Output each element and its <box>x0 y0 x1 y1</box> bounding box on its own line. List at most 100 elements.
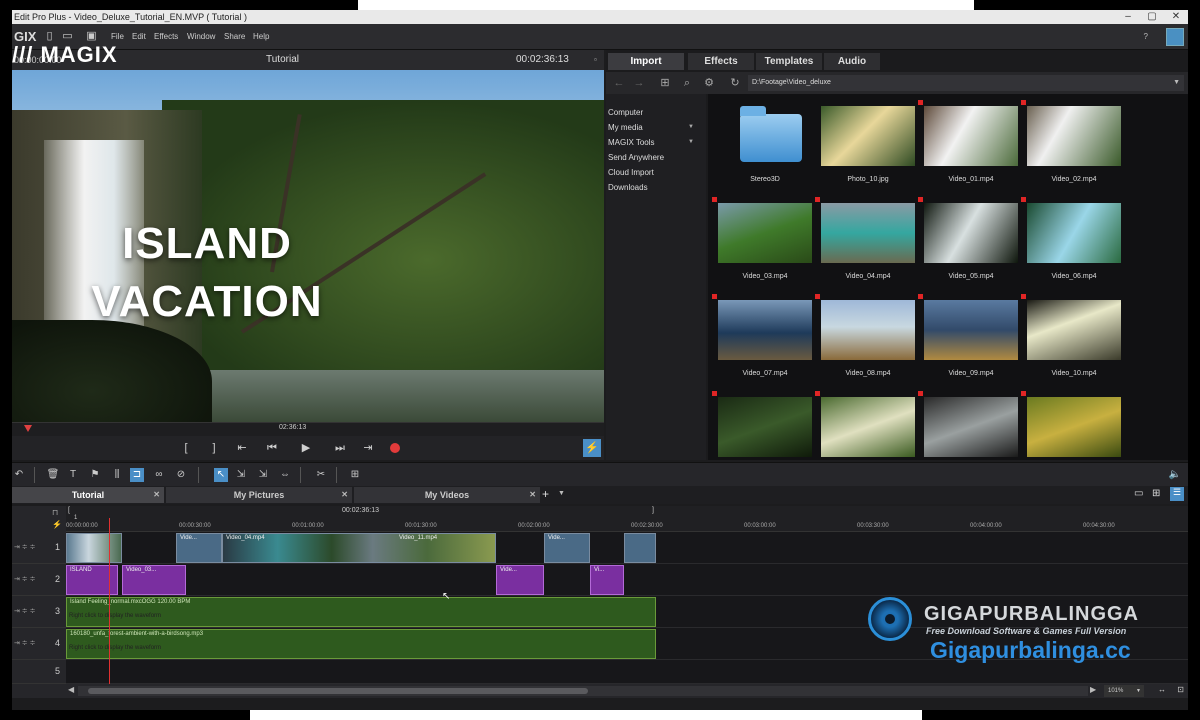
tab-templates[interactable]: Templates <box>756 53 822 70</box>
fit-width-icon[interactable]: ↔ <box>1158 685 1166 694</box>
scene-view-icon[interactable]: ⊞ <box>1152 488 1160 499</box>
media-tile[interactable]: Video_10.mp4 <box>1021 294 1121 382</box>
maximize-button[interactable]: ▢ <box>1140 10 1164 24</box>
scroll-right-icon[interactable]: ▶ <box>1090 685 1096 694</box>
track-lane-2[interactable]: ISLAND Video_03... Vide... Vi... <box>66 564 1188 596</box>
video-clip[interactable] <box>624 533 656 563</box>
snap-icon[interactable]: ⊓ <box>52 508 58 517</box>
storyboard-view-icon[interactable]: ▭ <box>1134 488 1143 499</box>
track-header-1[interactable]: ⇥ ≑ ≑ 1 <box>12 532 66 564</box>
speaker-icon[interactable]: 🔈 <box>1168 468 1182 482</box>
tab-my-videos[interactable]: My Videos ✕ <box>354 487 540 503</box>
close-icon[interactable]: ✕ <box>529 487 536 503</box>
media-tile[interactable]: Video_09.mp4 <box>918 294 1018 382</box>
stretch-icon[interactable]: ⇔ <box>278 468 292 482</box>
mark-in-button[interactable]: [ <box>176 440 196 456</box>
cut-icon[interactable]: ✂ <box>314 468 328 482</box>
zoom-select[interactable]: 101% ▼ <box>1104 685 1144 697</box>
close-icon[interactable]: ✕ <box>341 487 348 503</box>
title-clip[interactable]: ISLAND <box>66 565 118 595</box>
chevron-down-icon[interactable]: ▼ <box>1136 685 1141 697</box>
marker-icon[interactable]: ⚑ <box>88 468 102 482</box>
video-clip[interactable]: Vi... <box>590 565 624 595</box>
split-icon[interactable]: ⫼ <box>110 468 124 482</box>
gear-icon[interactable]: ⚙ <box>702 76 716 90</box>
add-tab-icon[interactable]: + <box>542 487 549 501</box>
media-tile[interactable]: Video_05.mp4 <box>918 197 1018 285</box>
search-icon[interactable]: ⌕ <box>680 76 694 90</box>
undo-icon[interactable]: ↶ <box>12 468 26 482</box>
timeline-playhead[interactable] <box>109 518 110 684</box>
tree-view-icon[interactable]: ⊞ <box>658 76 672 90</box>
track-header-3[interactable]: ⇥ ≑ ≑ 3 <box>12 596 66 628</box>
range-end-marker[interactable]: ] <box>652 507 654 514</box>
media-tile[interactable]: Stereo3D <box>718 106 812 188</box>
video-clip[interactable]: Vide... <box>544 533 590 563</box>
preview-scrubber[interactable]: 02:36:13 <box>12 422 604 436</box>
timeline-view-icon[interactable]: ☰ <box>1170 487 1184 501</box>
track-controls-icon[interactable]: ⇥ ≑ ≑ <box>14 543 36 551</box>
tree-item-magix-tools[interactable]: MAGIX Tools ▼ <box>608 138 704 147</box>
scroll-left-icon[interactable]: ◀ <box>68 685 74 694</box>
magnet-icon[interactable]: ⚡ <box>52 520 62 529</box>
delete-icon[interactable]: 🗑 <box>46 468 60 482</box>
helper-icon[interactable] <box>1166 28 1184 46</box>
pointer-icon[interactable]: ↖ <box>214 468 228 482</box>
track-header-2[interactable]: ⇥ ≑ ≑ 2 <box>12 564 66 596</box>
link-icon[interactable]: ∞ <box>152 468 166 482</box>
media-tile[interactable]: Video_04.mp4 <box>815 197 915 285</box>
menu-effects[interactable]: Effects <box>154 32 178 41</box>
audio-clip[interactable]: 160180_unfa_forest-ambient-with-a-birdso… <box>66 629 656 659</box>
tree-item-send-anywhere[interactable]: Send Anywhere <box>608 153 664 162</box>
chevron-down-icon[interactable]: ▼ <box>688 124 694 130</box>
tab-import[interactable]: Import <box>608 53 684 70</box>
tree-item-computer[interactable]: Computer <box>608 108 643 117</box>
insert-icon[interactable]: ⊞ <box>348 468 362 482</box>
tab-audio[interactable]: Audio <box>824 53 880 70</box>
track-controls-icon[interactable]: ⇥ ≑ ≑ <box>14 575 36 583</box>
video-clip[interactable]: Video_03... <box>122 565 186 595</box>
chevron-down-icon[interactable]: ▼ <box>1173 75 1180 91</box>
menu-window[interactable]: Window <box>187 32 215 41</box>
chevron-down-icon[interactable]: ▼ <box>688 139 694 145</box>
tree-item-downloads[interactable]: Downloads <box>608 183 648 192</box>
refresh-icon[interactable]: ↻ <box>728 76 742 90</box>
preview-maximize-icon[interactable]: ▫ <box>594 50 597 70</box>
video-preview[interactable]: ISLAND VACATION <box>12 70 604 422</box>
menu-share[interactable]: Share <box>224 32 245 41</box>
path-field[interactable]: D:\Footage\Video_deluxe ▼ <box>748 75 1184 91</box>
text-icon[interactable]: T <box>66 468 80 482</box>
track-header-5[interactable]: 5 <box>12 660 66 684</box>
goto-end-button[interactable]: ⇥ <box>358 440 378 456</box>
track-controls-icon[interactable]: ⇥ ≑ ≑ <box>14 639 36 647</box>
range-start-marker[interactable]: [ <box>68 507 70 514</box>
media-tile[interactable]: Video_08.mp4 <box>815 294 915 382</box>
tab-effects[interactable]: Effects <box>688 53 754 70</box>
tab-my-pictures[interactable]: My Pictures ✕ <box>166 487 352 503</box>
goto-start-button[interactable]: ⇤ <box>232 440 252 456</box>
track-lane-1[interactable]: Vide... Video_04.mp4 Video_11.mp4 Vide..… <box>66 532 1188 564</box>
close-button[interactable]: ✕ <box>1164 10 1188 24</box>
menu-help[interactable]: Help <box>253 32 269 41</box>
forward-arrow-icon[interactable]: → <box>632 76 646 90</box>
video-clip[interactable]: Video_04.mp4 Video_11.mp4 <box>222 533 496 563</box>
scrollbar-thumb[interactable] <box>88 688 588 694</box>
timeline-ruler[interactable]: 00:02:36:13 [ ] 1 00:00:00:00 00:00:30:00… <box>66 506 1188 532</box>
tree-item-cloud-import[interactable]: Cloud Import <box>608 168 654 177</box>
back-arrow-icon[interactable]: ← <box>612 76 626 90</box>
media-tile[interactable]: Video_02.mp4 <box>1021 100 1121 188</box>
unlink-icon[interactable]: ⊘ <box>174 468 188 482</box>
track-controls-icon[interactable]: ⇥ ≑ ≑ <box>14 607 36 615</box>
menu-file[interactable]: File <box>111 32 124 41</box>
record-button[interactable] <box>390 443 400 453</box>
select-all-icon[interactable]: ⇲ <box>256 468 270 482</box>
tree-item-my-media[interactable]: My media ▼ <box>608 123 704 132</box>
media-tile[interactable]: Video_03.mp4 <box>712 197 812 285</box>
fit-project-icon[interactable]: ⊡ <box>1177 685 1184 694</box>
media-tile[interactable]: Photo_10.jpg <box>821 106 915 188</box>
minimize-button[interactable]: – <box>1116 10 1140 24</box>
next-marker-button[interactable]: ⏭ <box>330 440 350 456</box>
media-tile[interactable]: Video_01.mp4 <box>918 100 1018 188</box>
video-clip[interactable]: Vide... <box>176 533 222 563</box>
video-clip[interactable] <box>66 533 122 563</box>
